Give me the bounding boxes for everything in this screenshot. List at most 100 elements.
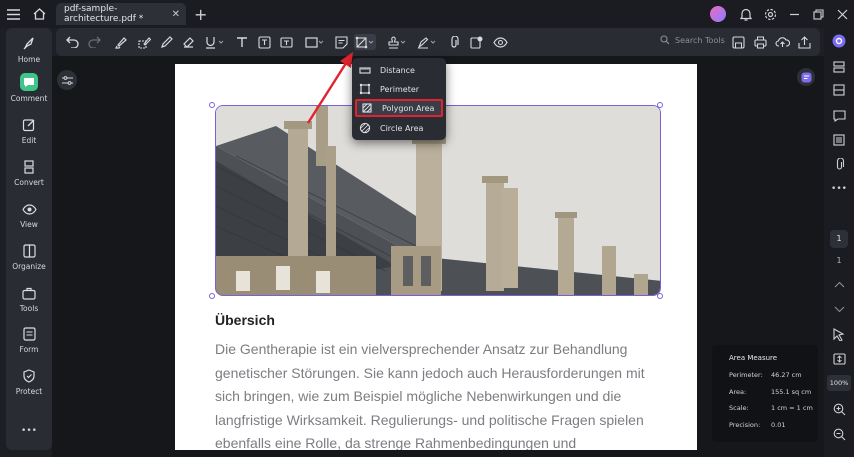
measure-tool-icon[interactable] <box>354 34 376 50</box>
hamburger-menu-icon[interactable] <box>0 0 26 28</box>
new-tab-button[interactable]: + <box>194 5 207 24</box>
menu-item-label: Circle Area <box>380 123 424 133</box>
area-value: 155.1 sq cm <box>771 387 812 396</box>
callout-icon[interactable] <box>278 34 294 50</box>
search-tools-label: Search Tools <box>675 35 725 45</box>
properties-panel-icon[interactable] <box>831 59 847 75</box>
selection-handle[interactable] <box>209 293 215 299</box>
section-heading: Übersich <box>215 312 275 328</box>
precision-label: Precision: <box>729 420 761 429</box>
organize-icon <box>21 243 37 259</box>
sidebar-item-view[interactable]: View <box>6 201 52 229</box>
undo-icon[interactable] <box>64 34 80 50</box>
sidebar-item-edit[interactable]: Edit <box>6 117 52 145</box>
precision-value: 0.01 <box>771 420 786 429</box>
underline-icon[interactable] <box>204 34 226 50</box>
sidebar-item-tools[interactable]: Tools <box>6 285 52 313</box>
zoom-level[interactable]: 100% <box>827 375 851 391</box>
comment-toolbar: Search Tools <box>56 28 820 56</box>
sidebar-item-comment[interactable]: Comment <box>6 73 52 103</box>
left-sidebar: Home Comment Edit Convert View Organize <box>6 28 52 450</box>
sidebar-item-label: Edit <box>21 136 37 145</box>
signature-icon[interactable] <box>416 34 438 50</box>
zoom-out-icon[interactable] <box>831 426 847 442</box>
attachments-panel-icon[interactable] <box>831 156 847 172</box>
ai-assistant-icon[interactable] <box>797 68 815 86</box>
avatar[interactable] <box>710 6 726 22</box>
attachment-icon[interactable] <box>446 34 462 50</box>
minimize-icon[interactable] <box>782 0 806 28</box>
thumbnails-icon[interactable] <box>831 82 847 98</box>
area-measure-panel: Area Measure Perimeter: 46.27 cm Area: 1… <box>712 345 818 442</box>
home-icon[interactable] <box>26 0 52 28</box>
sidebar-item-label: Protect <box>15 387 43 396</box>
menu-item-distance[interactable]: Distance <box>355 61 443 79</box>
eraser-icon[interactable] <box>180 34 196 50</box>
current-page-indicator[interactable]: 1 <box>824 226 854 248</box>
sidebar-item-organize[interactable]: Organize <box>6 243 52 271</box>
zoom-in-icon[interactable] <box>831 401 847 417</box>
sticky-note-icon[interactable] <box>333 34 349 50</box>
more-panels-icon[interactable]: ••• <box>831 181 847 197</box>
sidebar-item-home[interactable]: Home <box>6 36 52 64</box>
polygon-area-icon <box>360 101 374 115</box>
more-options-icon[interactable]: ••• <box>6 426 52 436</box>
shape-icon[interactable] <box>304 34 326 50</box>
text-icon[interactable] <box>234 34 250 50</box>
menu-item-label: Perimeter <box>380 84 420 94</box>
shield-icon <box>21 368 37 384</box>
sidebar-item-form[interactable]: Form <box>6 326 52 354</box>
area-measure-title: Area Measure <box>729 354 778 362</box>
form-fields-icon[interactable] <box>831 132 847 148</box>
cloud-upload-icon[interactable] <box>774 34 790 50</box>
add-attachment-icon[interactable] <box>468 34 484 50</box>
print-icon[interactable] <box>752 34 768 50</box>
stamp-icon[interactable] <box>386 34 408 50</box>
close-tab-icon[interactable]: ✕ <box>172 9 180 20</box>
textbox-icon[interactable] <box>256 34 272 50</box>
scale-row: Scale: 1 cm = 1 cm <box>729 404 818 421</box>
gear-icon[interactable] <box>758 0 782 28</box>
highlighter-icon[interactable] <box>112 34 128 50</box>
share-icon[interactable] <box>796 34 812 50</box>
sidebar-item-convert[interactable]: Convert <box>6 159 52 187</box>
show-annotations-eye-icon[interactable] <box>492 34 508 50</box>
convert-icon <box>21 159 37 175</box>
perimeter-label: Perimeter: <box>729 371 763 379</box>
document-tab[interactable]: pdf-sample-architecture.pdf * ✕ <box>56 3 186 25</box>
selection-handle[interactable] <box>209 102 215 108</box>
chevron-down-icon[interactable] <box>831 301 847 317</box>
selection-handle[interactable] <box>657 293 663 299</box>
ai-logo-icon[interactable] <box>831 33 847 49</box>
selection-handle[interactable] <box>657 102 663 108</box>
redo-icon[interactable] <box>86 34 102 50</box>
pencil-icon[interactable] <box>158 34 174 50</box>
sidebar-item-protect[interactable]: Protect <box>6 368 52 396</box>
sidebar-item-label: View <box>20 220 38 229</box>
perimeter-row: Perimeter: 46.27 cm <box>729 371 818 388</box>
select-cursor-icon[interactable] <box>831 326 847 342</box>
fit-width-icon[interactable] <box>831 351 847 367</box>
pointer-arrow <box>306 52 353 124</box>
chevron-up-icon[interactable] <box>831 276 847 292</box>
menu-item-label: Distance <box>380 65 415 75</box>
bell-icon[interactable] <box>734 0 758 28</box>
precision-row: Precision: 0.01 <box>729 421 818 438</box>
menu-item-label: Polygon Area <box>382 103 435 113</box>
scale-value: 1 cm = 1 cm <box>771 404 813 412</box>
menu-item-polygon-area[interactable]: Polygon Area <box>355 99 443 117</box>
form-icon <box>21 326 37 342</box>
restore-icon[interactable] <box>806 0 830 28</box>
sidebar-item-label: Organize <box>12 262 46 271</box>
filter-settings-icon[interactable] <box>57 70 77 90</box>
comment-icon <box>20 73 38 91</box>
close-window-icon[interactable] <box>830 0 854 28</box>
menu-item-perimeter[interactable]: Perimeter <box>355 80 443 98</box>
menu-item-circle-area[interactable]: Circle Area <box>355 119 443 137</box>
rocket-icon <box>21 36 37 52</box>
area-highlight-icon[interactable] <box>136 34 152 50</box>
search-tools[interactable]: Search Tools <box>660 35 725 45</box>
save-icon[interactable] <box>730 34 746 50</box>
comments-panel-icon[interactable] <box>831 108 847 124</box>
scale-label: Scale: <box>729 404 749 412</box>
